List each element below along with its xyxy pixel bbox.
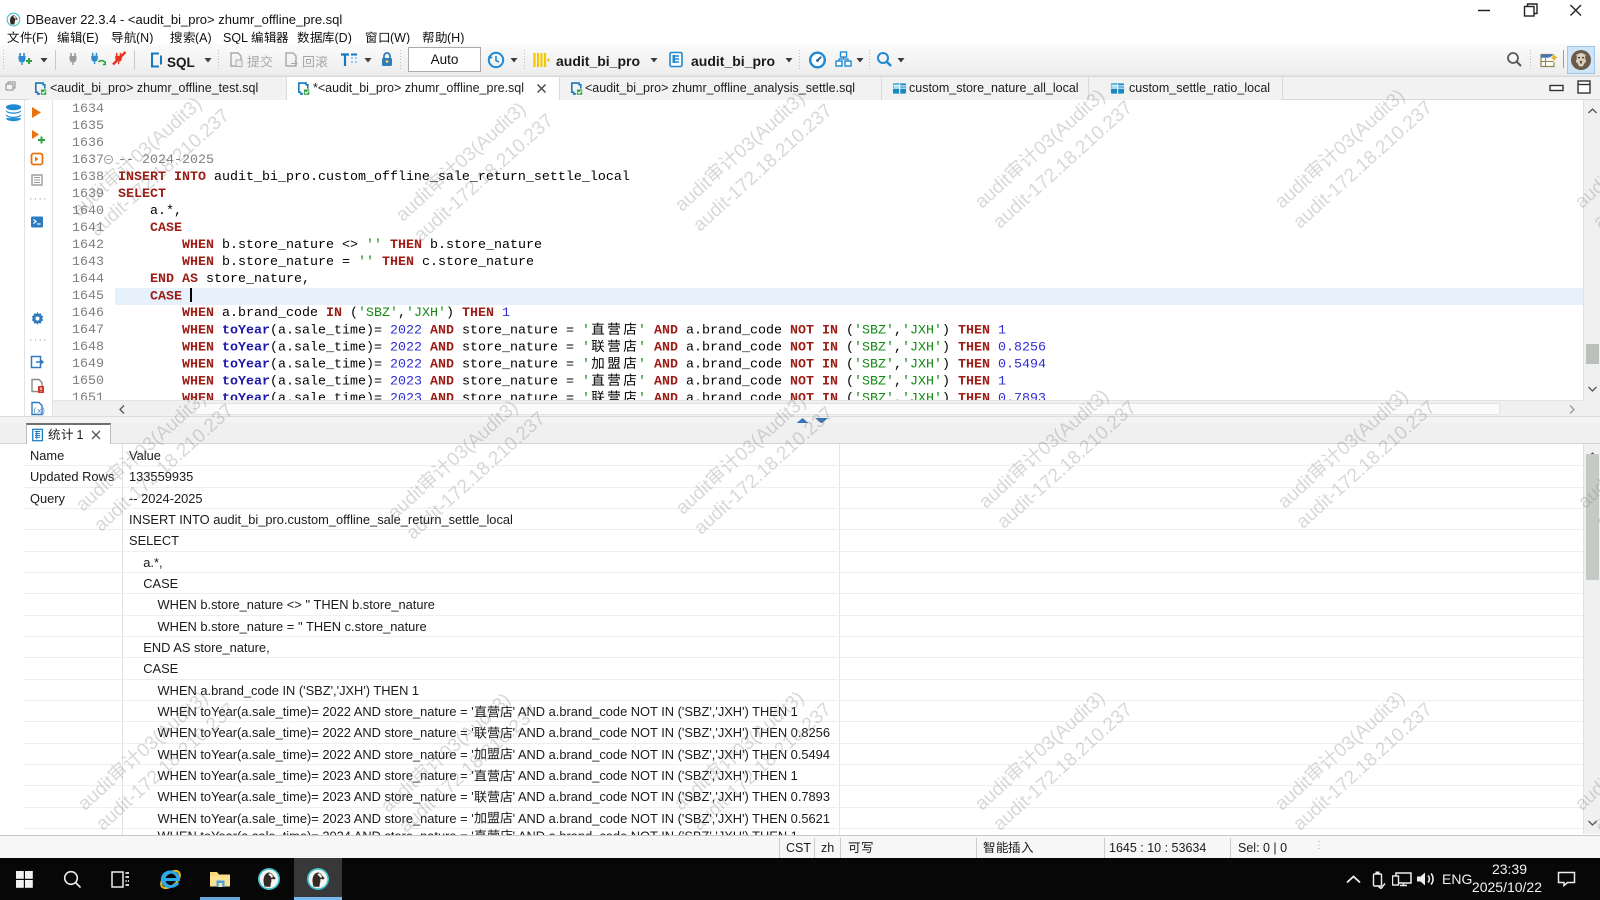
svg-text:(x): (x) [33,408,46,416]
